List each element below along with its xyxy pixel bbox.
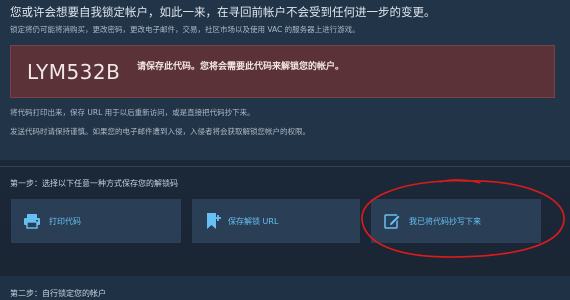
bookmark-icon xyxy=(204,212,222,230)
step2-panel: 第二步：自行锁定您的帐户 xyxy=(0,276,570,300)
printer-icon xyxy=(23,212,41,230)
save-unlock-url-label: 保存解锁 URL xyxy=(228,217,279,226)
edit-icon xyxy=(383,212,401,230)
lock-info-panel: 您或许会想要自我锁定帐户，如此一来，在寻回前帐户不会受到任何进一步的变更。 锁定… xyxy=(0,0,570,160)
recovery-code-box: LYM532B 请保存此代码。您将会需要此代码来解锁您的帐户。 xyxy=(10,45,555,98)
step2-title: 第二步：自行锁定您的帐户 xyxy=(10,289,106,298)
lock-subline: 锁定将仍可能将消购买，更改密码，更改电子邮件，交易，社区市场以及使用 VAC 的… xyxy=(10,25,360,34)
code-written-down-label: 我已将代码抄写下来 xyxy=(409,217,481,226)
print-code-label: 打印代码 xyxy=(49,217,81,226)
save-unlock-url-button[interactable]: 保存解锁 URL xyxy=(192,199,360,243)
divider xyxy=(0,166,570,167)
code-written-down-button[interactable]: 我已将代码抄写下来 xyxy=(371,199,541,243)
lock-headline: 您或许会想要自我锁定帐户，如此一来，在寻回前帐户不会受到任何进一步的变更。 xyxy=(10,5,436,19)
page: 您或许会想要自我锁定帐户，如此一来，在寻回前帐户不会受到任何进一步的变更。 锁定… xyxy=(0,0,570,300)
recovery-code-note: 请保存此代码。您将会需要此代码来解锁您的帐户。 xyxy=(137,62,345,72)
info-line-print: 将代码打印出来，保存 URL 用于以后重新访问，或是直接把代码抄下来。 xyxy=(10,108,255,117)
recovery-code: LYM532B xyxy=(27,60,121,84)
step1-title: 第一步：选择以下任意一种方式保存您的解锁码 xyxy=(10,179,178,188)
info-line-warning: 发送代码时请保持谨慎。如果您的电子邮件遭到入侵，入侵者将会获取解锁您帐户的权限。 xyxy=(10,127,310,136)
print-code-button[interactable]: 打印代码 xyxy=(11,199,181,243)
